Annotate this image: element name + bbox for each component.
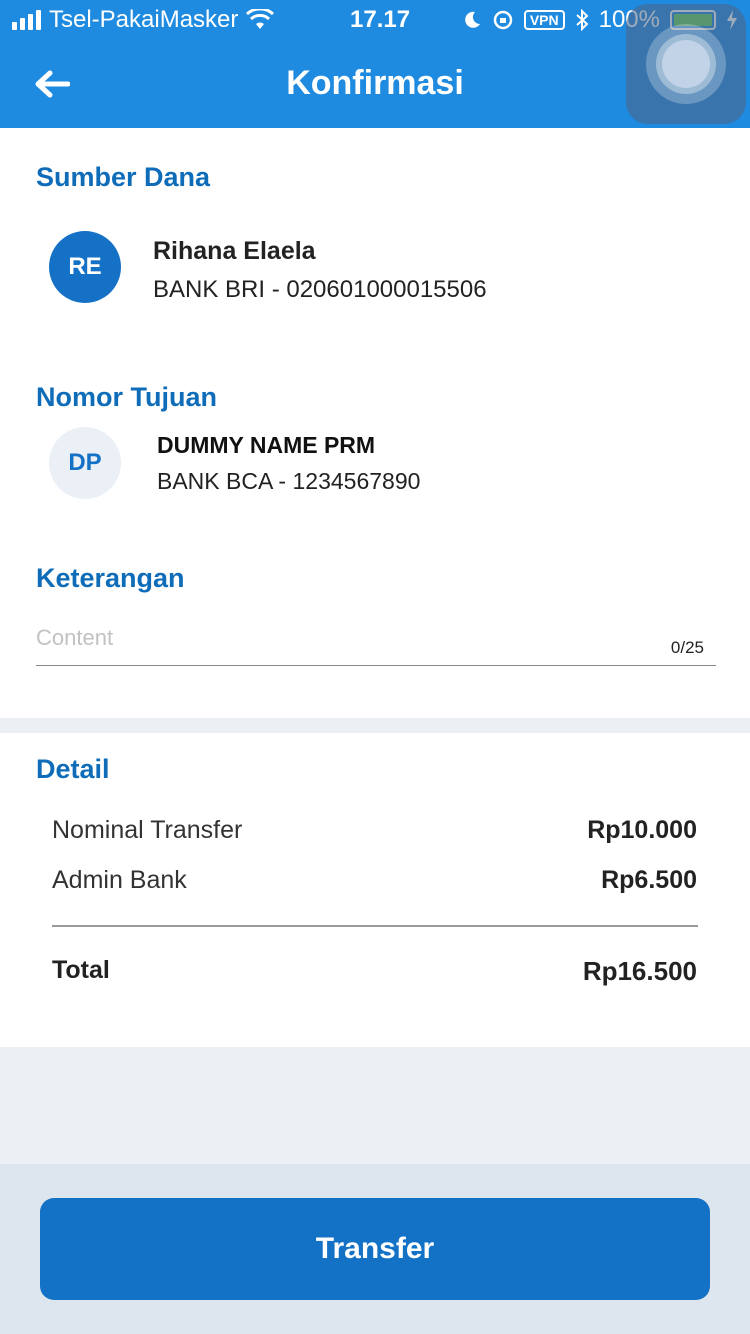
note-field-wrapper: 0/25 bbox=[36, 618, 716, 666]
detail-row-value: Rp6.500 bbox=[601, 866, 697, 894]
total-value: Rp16.500 bbox=[582, 956, 697, 986]
footer-bar: Transfer bbox=[0, 1164, 750, 1334]
destination-section-title: Nomor Tujuan bbox=[36, 382, 217, 412]
detail-row-value: Rp10.000 bbox=[587, 816, 697, 844]
assistive-touch-button[interactable] bbox=[626, 4, 746, 124]
source-account-number: BANK BRI - 020601000015506 bbox=[153, 276, 487, 303]
source-section-title: Sumber Dana bbox=[36, 162, 211, 192]
source-avatar: RE bbox=[49, 231, 121, 303]
carrier-name: Tsel-PakaiMasker bbox=[49, 6, 239, 33]
transfer-button[interactable]: Transfer bbox=[40, 1198, 710, 1300]
note-section-title: Keterangan bbox=[36, 563, 185, 593]
app-header: Tsel-PakaiMasker 17.17 VPN 100% bbox=[0, 0, 750, 128]
detail-row-label: Admin Bank bbox=[52, 866, 187, 894]
bluetooth-icon bbox=[575, 9, 589, 31]
total-label: Total bbox=[52, 956, 110, 984]
wifi-icon bbox=[246, 9, 275, 29]
detail-row-label: Nominal Transfer bbox=[52, 816, 243, 844]
vpn-badge: VPN bbox=[523, 10, 565, 30]
destination-account-number: BANK BCA - 1234567890 bbox=[157, 468, 421, 494]
signal-icon bbox=[12, 10, 41, 30]
note-input[interactable] bbox=[36, 618, 636, 658]
source-account-name: Rihana Elaela bbox=[153, 237, 316, 265]
detail-section-title: Detail bbox=[36, 754, 110, 784]
detail-card: Detail Nominal Transfer Rp10.000 Admin B… bbox=[0, 733, 750, 1047]
detail-divider bbox=[52, 925, 698, 927]
destination-avatar: DP bbox=[49, 427, 121, 499]
status-left: Tsel-PakaiMasker bbox=[12, 6, 275, 34]
rotation-lock-icon bbox=[493, 10, 513, 30]
note-char-counter: 0/25 bbox=[670, 638, 704, 657]
destination-account-name: DUMMY NAME PRM bbox=[157, 432, 376, 458]
status-time: 17.17 bbox=[350, 6, 411, 33]
transfer-info-card: Sumber Dana RE Rihana Elaela BANK BRI - … bbox=[0, 128, 750, 718]
moon-icon bbox=[465, 11, 480, 28]
